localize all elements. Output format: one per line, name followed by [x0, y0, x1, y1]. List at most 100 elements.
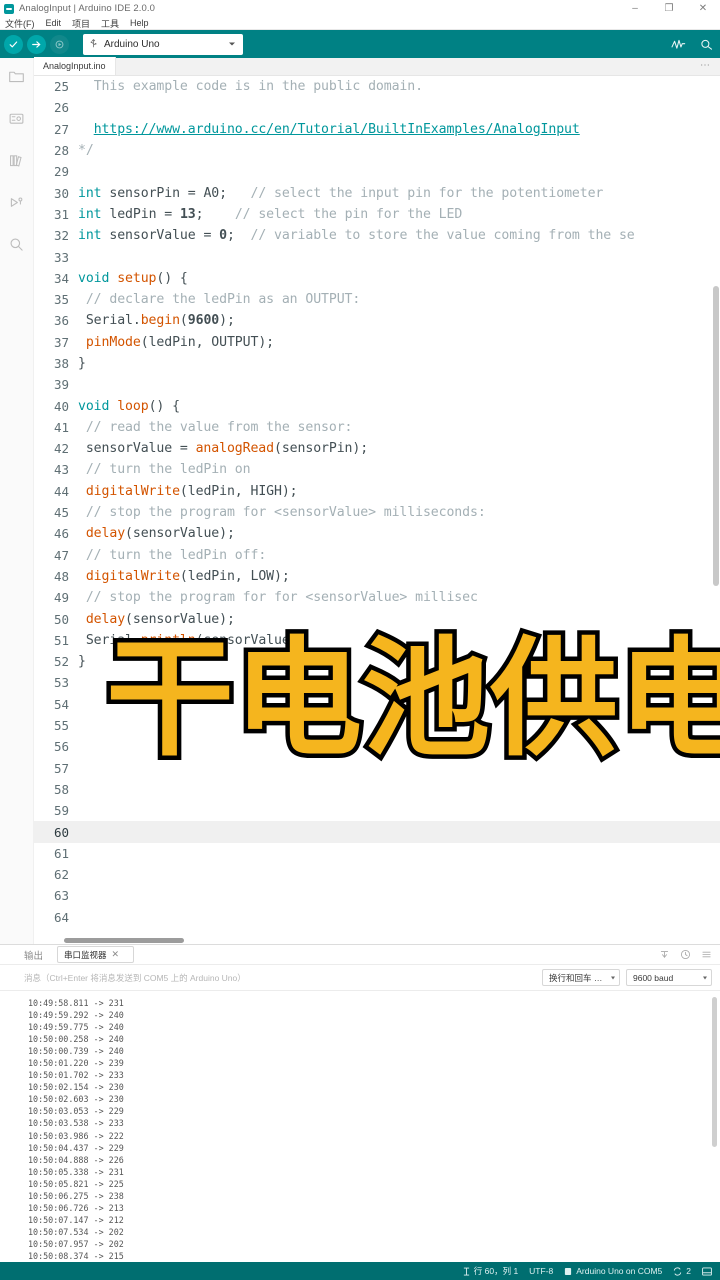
line-content: }: [78, 654, 86, 669]
code-line[interactable]: 44 digitalWrite(ledPin, HIGH);: [34, 481, 720, 502]
editor-area: AnalogInput.ino ⋯ 25 This example code i…: [34, 57, 720, 944]
code-line[interactable]: 47 // turn the ledPin off:: [34, 545, 720, 566]
code-line[interactable]: 41 // read the value from the sensor:: [34, 417, 720, 438]
code-line[interactable]: 37 pinMode(ledPin, OUTPUT);: [34, 332, 720, 353]
search-icon[interactable]: [7, 234, 27, 254]
console-scroll-thumb[interactable]: [712, 997, 717, 1147]
line-content: sensorValue = analogRead(sensorPin);: [78, 441, 368, 456]
line-ending-select[interactable]: 换行和回车 …: [542, 969, 620, 986]
code-line[interactable]: 28 */: [34, 140, 720, 161]
serial-plotter-button[interactable]: [671, 38, 686, 51]
code-line[interactable]: 29: [34, 161, 720, 182]
code-line[interactable]: 27 https://www.arduino.cc/en/Tutorial/Bu…: [34, 119, 720, 140]
code-line[interactable]: 40 void loop() {: [34, 395, 720, 416]
close-icon[interactable]: ✕: [112, 949, 120, 960]
code-line[interactable]: 59: [34, 800, 720, 821]
window-controls: – ❐ ✕: [618, 0, 720, 17]
code-line[interactable]: 39: [34, 374, 720, 395]
editor-hscroll-thumb[interactable]: [64, 938, 184, 943]
serial-log-line: 10:50:03.053 -> 229: [28, 1106, 124, 1117]
close-button[interactable]: ✕: [686, 0, 720, 17]
menu-icon[interactable]: [701, 949, 712, 960]
minimize-button[interactable]: –: [618, 0, 652, 17]
code-line[interactable]: 36 Serial.begin(9600);: [34, 310, 720, 331]
clear-output-icon[interactable]: [659, 949, 670, 960]
code-token: begin: [140, 313, 180, 329]
code-line[interactable]: 34 void setup() {: [34, 268, 720, 289]
editor-scroll-thumb[interactable]: [713, 286, 719, 586]
status-notifications[interactable]: 2: [673, 1266, 691, 1276]
code-line[interactable]: 61: [34, 843, 720, 864]
panel-tab-output[interactable]: 输出: [24, 948, 43, 962]
boards-manager-icon[interactable]: [7, 108, 27, 128]
panel-tab-serial-monitor-label: 串口监视器: [64, 949, 107, 960]
line-content: int ledPin = 13; // select the pin for t…: [78, 207, 462, 222]
line-number: 56: [53, 739, 69, 755]
code-editor[interactable]: 25 This example code is in the public do…: [34, 76, 720, 944]
editor-tabstrip: AnalogInput.ino ⋯: [34, 57, 720, 76]
serial-console[interactable]: 10:49:58.811 -> 231 10:49:59.292 -> 240 10…: [0, 991, 720, 1262]
editor-tab-analoginput[interactable]: AnalogInput.ino: [34, 57, 116, 75]
code-line[interactable]: 62: [34, 864, 720, 885]
status-board-label: Arduino Uno on COM5: [576, 1266, 663, 1276]
code-line[interactable]: 30 int sensorPin = A0; // select the inpu…: [34, 182, 720, 203]
code-line[interactable]: 60: [34, 821, 720, 843]
code-line[interactable]: 32 int sensorValue = 0; // variable to st…: [34, 225, 720, 246]
baud-rate-select[interactable]: 9600 baud: [626, 969, 712, 986]
upload-button[interactable]: [27, 34, 46, 54]
code-line[interactable]: 45 // stop the program for <sensorValue>…: [34, 502, 720, 523]
editor-vertical-scrollbar[interactable]: [711, 76, 720, 944]
editor-tab-overflow-button[interactable]: ⋯: [700, 61, 711, 71]
sketchbook-folder-icon[interactable]: [7, 66, 27, 86]
code-line[interactable]: 38}: [34, 353, 720, 374]
menu-edit[interactable]: Edit: [46, 18, 62, 28]
code-token: (sensorPin);: [274, 441, 369, 457]
line-number: 64: [53, 909, 69, 925]
line-content: void loop() {: [78, 399, 180, 414]
serial-log-line: 10:50:07.147 -> 212: [28, 1214, 124, 1225]
code-line[interactable]: 49 // stop the program for for <sensorVa…: [34, 587, 720, 608]
serial-log-line: 10:50:06.726 -> 213: [28, 1202, 124, 1213]
arrow-right-icon: [31, 39, 42, 50]
toggle-timestamp-icon[interactable]: [680, 949, 691, 960]
code-line[interactable]: 35 // declare the ledPin as an OUTPUT:: [34, 289, 720, 310]
code-line[interactable]: 25 This example code is in the public do…: [34, 76, 720, 97]
video-caption-overlay: 干电池供电: [101, 625, 720, 774]
code-token: delay: [85, 526, 126, 542]
code-line[interactable]: 58: [34, 779, 720, 800]
library-manager-icon[interactable]: [7, 150, 27, 170]
code-line[interactable]: 48 digitalWrite(ledPin, LOW);: [34, 566, 720, 587]
menu-sketch[interactable]: 项目: [72, 17, 90, 30]
menu-file[interactable]: 文件(F): [5, 17, 35, 30]
code-line[interactable]: 64: [34, 907, 720, 928]
code-token: setup: [117, 270, 157, 286]
code-line[interactable]: 46 delay(sensorValue);: [34, 523, 720, 544]
code-line[interactable]: 33: [34, 246, 720, 267]
editor-horizontal-scrollbar[interactable]: [34, 937, 720, 944]
serial-monitor-button[interactable]: [699, 38, 714, 51]
serial-log-line: 10:50:04.437 -> 229: [28, 1142, 124, 1153]
debug-icon[interactable]: [7, 192, 27, 212]
panel-tab-serial-monitor[interactable]: 串口监视器 ✕: [57, 946, 135, 963]
code-line[interactable]: 26: [34, 97, 720, 118]
code-line[interactable]: 42 sensorValue = analogRead(sensorPin);: [34, 438, 720, 459]
serial-message-input[interactable]: 消息（Ctrl+Enter 将消息发送到 COM5 上的 Arduino Uno…: [24, 972, 542, 984]
code-token: );: [219, 313, 235, 329]
serial-log-line: 10:50:02.603 -> 230: [28, 1094, 124, 1105]
line-content: // stop the program for <sensorValue> mi…: [78, 505, 486, 520]
line-number: 36: [53, 313, 69, 329]
code-line[interactable]: 63: [34, 885, 720, 906]
code-line[interactable]: 43 // turn the ledPin on: [34, 459, 720, 480]
status-cursor-position[interactable]: 行 60，列 1: [463, 1265, 518, 1277]
status-toggle-panel[interactable]: [702, 1266, 712, 1276]
maximize-button[interactable]: ❐: [652, 0, 686, 17]
code-token: digitalWrite: [85, 483, 180, 499]
code-line[interactable]: 31 int ledPin = 13; // select the pin for…: [34, 204, 720, 225]
status-board[interactable]: Arduino Uno on COM5: [564, 1266, 662, 1276]
menu-tools[interactable]: 工具: [101, 17, 119, 30]
verify-button[interactable]: [4, 34, 23, 54]
board-selector[interactable]: Arduino Uno: [83, 33, 243, 55]
debug-button[interactable]: [50, 34, 69, 54]
menu-help[interactable]: Help: [130, 18, 149, 28]
status-encoding[interactable]: UTF-8: [529, 1266, 553, 1276]
